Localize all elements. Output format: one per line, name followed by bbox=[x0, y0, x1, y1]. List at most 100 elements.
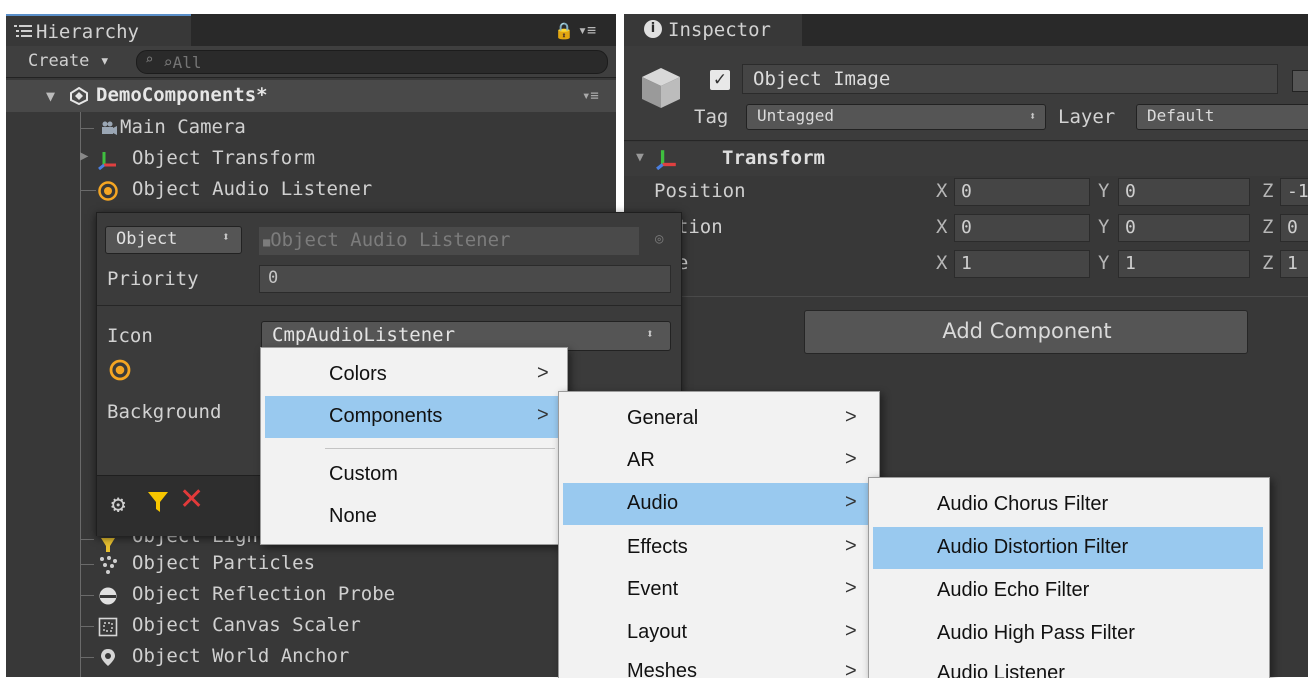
field-value: 1 bbox=[961, 253, 972, 274]
menu-item-audio-listener[interactable]: Audio Listener bbox=[873, 656, 1263, 678]
unity-scene-icon bbox=[70, 87, 88, 105]
menu-item-audio-chorus-filter[interactable]: Audio Chorus Filter bbox=[873, 484, 1263, 526]
search-icon: ⌕ bbox=[145, 52, 154, 68]
object-name-field[interactable]: Object Image bbox=[742, 64, 1278, 94]
type-dropdown[interactable]: Object ⬍ bbox=[105, 226, 242, 254]
world-anchor-icon bbox=[101, 649, 115, 666]
object-reference-field[interactable]: ■Object Audio Listener bbox=[259, 227, 639, 255]
scale-z-field[interactable]: 1 bbox=[1280, 250, 1308, 278]
object-reference-text: Object Audio Listener bbox=[270, 229, 511, 251]
hierarchy-item-object-particles[interactable]: Object Particles bbox=[6, 549, 616, 580]
object-name-value: Object Image bbox=[753, 68, 891, 90]
layer-dropdown[interactable]: Default bbox=[1136, 104, 1308, 130]
hierarchy-item-main-camera[interactable]: Main Camera bbox=[6, 113, 616, 144]
menu-item-label: Audio High Pass Filter bbox=[937, 622, 1135, 644]
menu-item-effects[interactable]: Effects > bbox=[563, 527, 873, 569]
gameobject-cube-icon bbox=[642, 68, 680, 108]
field-value: 1 bbox=[1125, 253, 1136, 274]
search-input[interactable] bbox=[163, 51, 593, 73]
menu-item-label: AR bbox=[627, 449, 655, 471]
type-dropdown-value: Object bbox=[116, 229, 178, 249]
menu-item-label: Custom bbox=[329, 463, 398, 485]
menu-item-label: Audio Listener bbox=[937, 662, 1065, 678]
hierarchy-tab[interactable]: Hierarchy bbox=[6, 14, 191, 46]
hierarchy-item-object-reflection-probe[interactable]: Object Reflection Probe bbox=[6, 580, 616, 611]
position-x-field[interactable]: 0 bbox=[954, 178, 1090, 206]
menu-item-layout[interactable]: Layout > bbox=[563, 612, 873, 654]
filter-icon[interactable] bbox=[147, 490, 169, 514]
scene-name: DemoComponents* bbox=[96, 84, 268, 106]
tree-connector bbox=[80, 626, 94, 627]
tree-connector bbox=[80, 657, 94, 658]
submenu-arrow-icon: > bbox=[845, 406, 857, 428]
scale-y-field[interactable]: 1 bbox=[1118, 250, 1250, 278]
menu-item-audio[interactable]: Audio > bbox=[563, 483, 873, 525]
submenu-arrow-icon: > bbox=[845, 577, 857, 599]
tree-connector bbox=[80, 128, 94, 129]
scene-menu-icon[interactable]: ▾≡ bbox=[582, 88, 599, 104]
menu-item-audio-high-pass-filter[interactable]: Audio High Pass Filter bbox=[873, 613, 1263, 655]
rotation-z-field[interactable]: 0 bbox=[1280, 214, 1308, 242]
create-label: Create bbox=[28, 51, 90, 71]
axis-x-label: X bbox=[936, 252, 948, 274]
close-icon[interactable]: ✕ bbox=[179, 482, 204, 517]
row-label: Position bbox=[654, 180, 746, 202]
create-caret-icon: ▾ bbox=[99, 51, 110, 71]
hierarchy-item-object-canvas-scaler[interactable]: Object Canvas Scaler bbox=[6, 611, 616, 642]
panel-menu-icon[interactable]: ▾≡ bbox=[578, 21, 596, 39]
reflection-probe-icon bbox=[99, 587, 117, 605]
dropdown-caret-icon: ⬍ bbox=[222, 230, 230, 245]
scene-row[interactable]: ▼ DemoComponents* ▾≡ bbox=[6, 80, 616, 112]
menu-item-colors[interactable]: Colors > bbox=[265, 354, 561, 396]
hierarchy-item-object-world-anchor[interactable]: Object World Anchor bbox=[6, 642, 616, 673]
lock-icon[interactable]: 🔒 bbox=[554, 21, 574, 40]
transform-component-header[interactable]: ▼ Transform bbox=[624, 142, 1308, 176]
menu-item-components[interactable]: Components > bbox=[265, 396, 561, 438]
submenu-arrow-icon: > bbox=[537, 404, 549, 426]
menu-item-general[interactable]: General > bbox=[563, 398, 873, 440]
hierarchy-item-object-audio-listener[interactable]: Object Audio Listener bbox=[6, 175, 616, 206]
tag-dropdown[interactable]: Untagged ⬍ bbox=[746, 104, 1046, 130]
scale-x-field[interactable]: 1 bbox=[954, 250, 1090, 278]
position-y-field[interactable]: 0 bbox=[1118, 178, 1250, 206]
object-picker-icon[interactable]: ◎ bbox=[655, 231, 663, 247]
add-component-button[interactable]: Add Component bbox=[804, 310, 1248, 354]
tag-label: Tag bbox=[694, 106, 729, 128]
tag-value: Untagged bbox=[757, 106, 835, 125]
foldout-arrow-icon[interactable]: ▼ bbox=[636, 150, 644, 165]
menu-item-audio-echo-filter[interactable]: Audio Echo Filter bbox=[873, 570, 1263, 612]
expand-arrow-icon[interactable]: ▶ bbox=[80, 148, 88, 164]
menu-item-audio-distortion-filter[interactable]: Audio Distortion Filter bbox=[873, 527, 1263, 569]
menu-item-event[interactable]: Event > bbox=[563, 569, 873, 611]
hierarchy-item-object-transform[interactable]: ▶ Object Transform bbox=[6, 144, 616, 175]
priority-field[interactable]: 0 bbox=[259, 265, 671, 293]
icon-label: Icon bbox=[107, 325, 153, 347]
menu-item-meshes[interactable]: Meshes > bbox=[563, 654, 873, 678]
priority-label: Priority bbox=[107, 268, 199, 290]
hierarchy-item-label: Object Transform bbox=[132, 147, 316, 169]
menu-item-none[interactable]: None bbox=[265, 496, 561, 538]
static-checkbox[interactable] bbox=[1292, 70, 1308, 92]
create-button[interactable]: Create ▾ bbox=[28, 51, 110, 71]
rotation-y-field[interactable]: 0 bbox=[1118, 214, 1250, 242]
priority-value: 0 bbox=[268, 268, 279, 288]
gear-icon[interactable]: ⚙ bbox=[111, 490, 125, 518]
hierarchy-tab-bar: Hierarchy 🔒 ▾≡ bbox=[6, 14, 616, 46]
tree-connector bbox=[80, 564, 94, 565]
list-icon bbox=[14, 25, 32, 37]
inspector-tab[interactable]: i Inspector bbox=[624, 14, 802, 46]
menu-item-ar[interactable]: AR > bbox=[563, 440, 873, 482]
axis-z-label: Z bbox=[1262, 180, 1274, 202]
component-title: Transform bbox=[722, 147, 825, 169]
hierarchy-toolbar: Create ▾ ⌕ bbox=[6, 46, 616, 78]
submenu-arrow-icon: > bbox=[537, 362, 549, 384]
menu-item-custom[interactable]: Custom bbox=[265, 454, 561, 496]
hierarchy-search[interactable]: ⌕ bbox=[136, 50, 608, 74]
audio-submenu: Audio Chorus Filter Audio Distortion Fil… bbox=[868, 477, 1270, 678]
expand-arrow-icon[interactable]: ▼ bbox=[46, 87, 55, 105]
position-z-field[interactable]: -1 bbox=[1280, 178, 1308, 206]
active-checkbox[interactable]: ✓ bbox=[710, 70, 730, 90]
menu-item-label: Meshes bbox=[627, 660, 698, 678]
rotation-x-field[interactable]: 0 bbox=[954, 214, 1090, 242]
camera-icon bbox=[102, 121, 117, 135]
